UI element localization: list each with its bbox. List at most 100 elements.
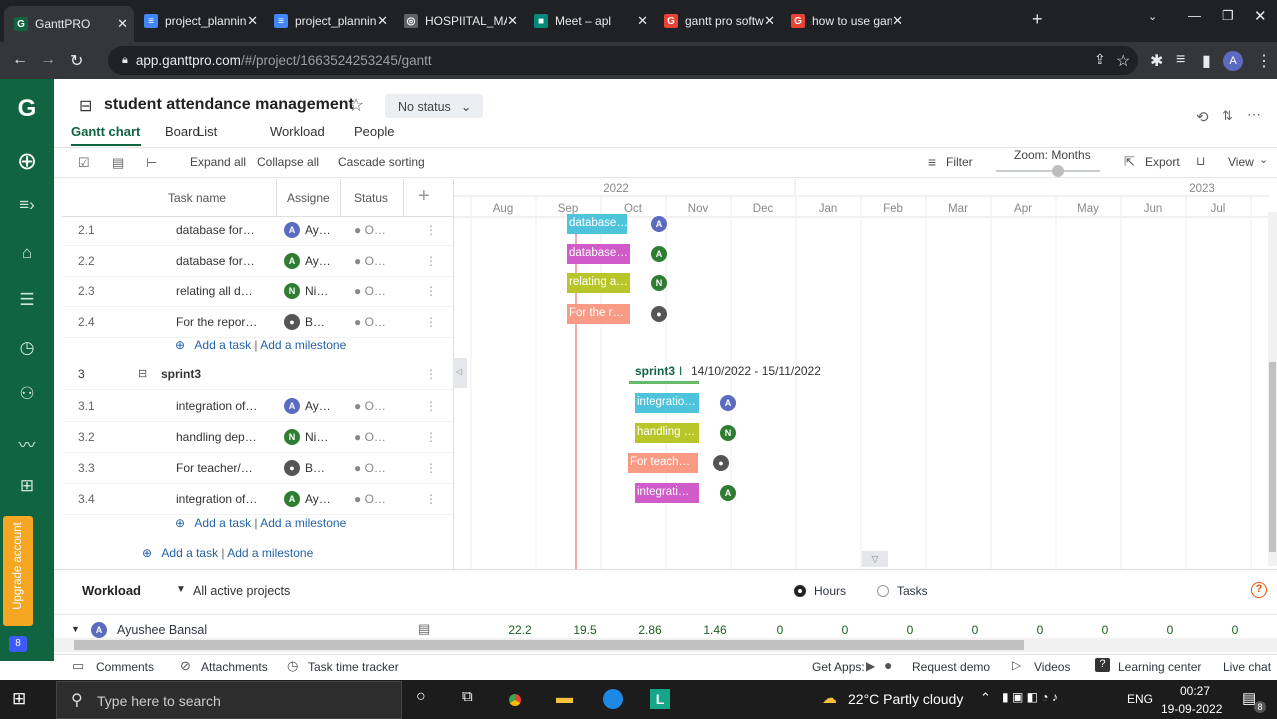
assignee-header[interactable]: Assigne [287, 191, 330, 205]
time-tracker-button[interactable]: Task time tracker [308, 660, 399, 674]
notification-badge[interactable]: 8 [9, 636, 27, 652]
cascade-sorting-button[interactable]: Cascade sorting [338, 155, 425, 169]
close-tab-icon[interactable]: ✕ [377, 13, 388, 29]
url-field[interactable]: 🔒︎ app.ganttpro.com/#/project/1663524253… [108, 46, 1138, 75]
zoom-slider-handle[interactable] [1052, 165, 1064, 177]
task-name[interactable]: integration of… [176, 492, 257, 506]
assignee-name[interactable]: Ay… [305, 254, 331, 268]
browser-tab[interactable]: Ghow to use gan ✕ [781, 6, 909, 36]
row-menu-icon[interactable]: ⋮ [425, 461, 437, 475]
task-bar[interactable]: integrati… [635, 483, 699, 503]
assignee-name[interactable]: Ay… [305, 492, 331, 506]
profile-avatar[interactable]: A [1223, 51, 1243, 71]
task-status[interactable]: ● O… [354, 492, 386, 506]
browser-tab[interactable]: ≡ project_plannin ✕ [134, 6, 264, 36]
scrollbar-thumb[interactable] [1269, 362, 1276, 552]
tab-search-icon[interactable]: ⌄ [1148, 10, 1157, 23]
scroll-down-handle[interactable]: ▽ [862, 551, 888, 567]
reading-list-icon[interactable]: ≡ [1176, 51, 1185, 69]
cortana-icon[interactable]: ○ [416, 688, 426, 706]
add-plus-icon[interactable]: ⊕ [175, 516, 188, 530]
task-bar[interactable]: For the r… [567, 304, 630, 324]
browser-tab[interactable]: ■ Meet – apl ✕ [524, 6, 654, 36]
expand-all-button[interactable]: Expand all [190, 155, 246, 169]
table-row[interactable]: 3.2 handling dep… N Ni… ● O… ⋮ [62, 421, 453, 453]
clock-date[interactable]: 19-09-2022 [1161, 702, 1222, 716]
task-name-header[interactable]: Task name [168, 191, 226, 205]
task-name[interactable]: database for… [176, 223, 255, 237]
tab-gantt-chart[interactable]: Gantt chart [71, 124, 140, 139]
row-menu-icon[interactable]: ⋮ [425, 367, 437, 381]
table-row[interactable]: 3.3 For teacher/… ● B… ● O… ⋮ [62, 452, 453, 484]
task-bar[interactable]: For teach… [628, 453, 698, 473]
sprint-progress-bar[interactable] [629, 381, 699, 384]
minimize-icon[interactable]: — [1188, 8, 1201, 23]
expand-person-icon[interactable]: ▼ [71, 624, 80, 634]
sprint-row[interactable]: 3 ⊟ sprint3 ⋮ [62, 358, 453, 390]
calendar-icon[interactable]: ▤ [418, 621, 430, 637]
task-name[interactable]: For teacher/… [176, 461, 253, 475]
create-plus-icon[interactable]: ⊕ [0, 147, 54, 176]
table-row[interactable]: 3.4 integration of… A Ay… ● O… ⋮ [62, 483, 453, 515]
task-status[interactable]: ● O… [354, 223, 386, 237]
task-bar[interactable]: handling … [635, 423, 699, 443]
assignee-name[interactable]: B… [305, 461, 325, 475]
projects-icon[interactable]: ☰ [0, 290, 54, 310]
help-icon[interactable]: ? [1251, 582, 1267, 598]
side-panel-icon[interactable]: ▮ [1202, 51, 1211, 71]
tab-people[interactable]: People [354, 124, 394, 139]
table-row[interactable]: 3.1 integration of… A Ay… ● O… ⋮ [62, 390, 453, 422]
edge-icon[interactable] [603, 689, 623, 709]
home-icon[interactable]: ⌂ [0, 243, 54, 263]
row-menu-icon[interactable]: ⋮ [425, 284, 437, 298]
hierarchy-icon[interactable]: ⊢ [146, 155, 157, 171]
share-icon[interactable]: ⇪ [1094, 51, 1106, 68]
tab-board[interactable]: Board [165, 124, 200, 139]
extensions-icon[interactable]: ✱ [1150, 51, 1163, 71]
sprint-bar-label[interactable]: sprint3 [635, 364, 675, 378]
taskbar-search-box[interactable]: ⚲ Type here to search [56, 681, 402, 719]
live-chat-link[interactable]: Live chat [1223, 660, 1271, 674]
chrome-taskbar-icon[interactable] [505, 690, 525, 710]
task-status[interactable]: ● O… [354, 315, 386, 329]
collapse-sprint-icon[interactable]: ⊟ [138, 367, 147, 380]
tab-workload[interactable]: Workload [270, 124, 325, 139]
windows-start-icon[interactable]: ⊞ [12, 689, 26, 709]
bookmark-star-icon[interactable]: ☆ [1116, 51, 1130, 71]
project-title[interactable]: student attendance management [104, 96, 354, 114]
google-play-icon[interactable]: ▶ [866, 659, 875, 673]
analytics-icon[interactable]: 〰 [0, 431, 54, 456]
reload-icon[interactable]: ↻ [70, 51, 83, 71]
row-menu-icon[interactable]: ⋮ [425, 430, 437, 444]
forward-icon[interactable]: → [40, 51, 56, 69]
apple-icon[interactable]: ● [884, 657, 892, 673]
history-icon[interactable]: ⟲ [1196, 108, 1209, 126]
dropdown-arrow-icon[interactable]: ▼ [176, 584, 186, 595]
tray-chevron-icon[interactable]: ⌃ [980, 690, 991, 706]
browser-tab[interactable]: ≡ project_plannin ✕ [264, 6, 394, 36]
restore-icon[interactable]: ❐ [1222, 8, 1234, 24]
row-menu-icon[interactable]: ⋮ [425, 399, 437, 413]
assignee-name[interactable]: Ni… [305, 284, 328, 298]
collapse-all-button[interactable]: Collapse all [257, 155, 319, 169]
close-tab-icon[interactable]: ✕ [764, 13, 775, 29]
portfolio-icon[interactable]: ⊞ [0, 476, 54, 496]
row-menu-icon[interactable]: ⋮ [425, 254, 437, 268]
add-task-link[interactable]: Add a task [161, 546, 218, 560]
favorite-star-icon[interactable]: ☆ [348, 95, 364, 116]
table-row[interactable]: 2.2 database for… A Ay… ● O… ⋮ [62, 245, 453, 277]
task-view-icon[interactable]: ⧉ [462, 688, 473, 705]
table-row[interactable]: 2.3 relating all d… N Ni… ● O… ⋮ [62, 275, 453, 307]
learning-center-link[interactable]: Learning center [1118, 660, 1201, 674]
h-scrollbar-thumb[interactable] [74, 640, 1024, 650]
task-bar[interactable]: database… [567, 244, 630, 264]
tasks-radio[interactable] [877, 585, 889, 597]
task-bar[interactable]: database… [567, 214, 627, 234]
horizontal-scrollbar[interactable] [54, 638, 1277, 652]
assignee-name[interactable]: Ay… [305, 223, 331, 237]
file-explorer-icon[interactable]: ▬ [556, 688, 573, 708]
task-status[interactable]: ● O… [354, 254, 386, 268]
sprint-name[interactable]: sprint3 [161, 367, 201, 381]
request-demo-link[interactable]: Request demo [912, 660, 990, 674]
browser-menu-icon[interactable]: ⋮ [1256, 51, 1272, 71]
